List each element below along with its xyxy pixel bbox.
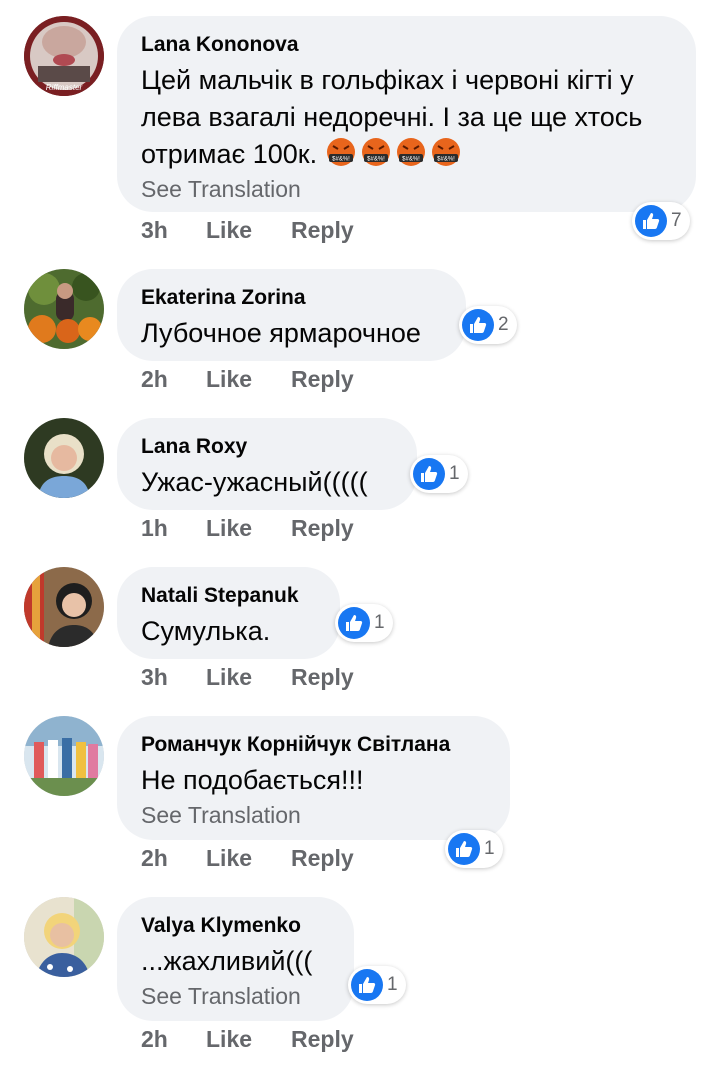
comment-author[interactable]: Романчук Корнійчук Світлана [141,732,486,758]
like-button[interactable]: Like [206,1026,291,1053]
like-button[interactable]: Like [206,217,291,244]
reply-button[interactable]: Reply [291,845,354,872]
comment-bubble: Ekaterina Zorina Лубочное ярмарочное [117,269,466,361]
reaction-count-badge[interactable]: 1 [348,966,406,1004]
like-button[interactable]: Like [206,366,291,393]
reaction-count-badge[interactable]: 2 [459,306,517,344]
cursing-face-emoji-icon: $#&%! [431,138,460,166]
comment-author[interactable]: Ekaterina Zorina [141,285,442,311]
reaction-count: 1 [484,838,495,859]
reaction-count: 1 [374,612,385,633]
comment-actions: 2h Like Reply [141,366,354,393]
svg-text:$#&%!: $#&%! [332,157,350,163]
reaction-count: 1 [449,463,460,484]
avatar-photo-icon [24,716,104,796]
comment-actions: 1h Like Reply [141,515,354,542]
comment-author[interactable]: Lana Kononova [141,32,672,58]
comment-text: Не подобається!!! [141,765,364,795]
comment-author[interactable]: Lana Roxy [141,434,393,460]
avatar-photo-icon [24,897,104,977]
reaction-count-badge[interactable]: 1 [410,455,468,493]
comment-bubble: Natali Stepanuk Сумулька. [117,567,340,659]
comment-actions: 3h Like Reply [141,664,354,691]
comment-timestamp[interactable]: 2h [141,366,206,393]
reply-button[interactable]: Reply [291,366,354,393]
comment-timestamp[interactable]: 1h [141,515,206,542]
comment-text: Лубочное ярмарочное [141,318,421,348]
comment-bubble: Valya Klymenko ...жахливий((( See Transl… [117,897,354,1021]
avatar[interactable] [24,897,104,977]
like-button[interactable]: Like [206,515,291,542]
avatar[interactable]: Riffmaster [24,16,104,96]
thumbs-up-icon [462,309,494,341]
avatar[interactable] [24,567,104,647]
reaction-count-badge[interactable]: 7 [632,202,690,240]
thumbs-up-icon [351,969,383,1001]
comment-text: Сумулька. [141,616,271,646]
svg-text:Riffmaster: Riffmaster [46,83,83,92]
avatar[interactable] [24,269,104,349]
like-button[interactable]: Like [206,664,291,691]
comment-bubble: Романчук Корнійчук Світлана Не подобаєть… [117,716,510,840]
avatar[interactable] [24,418,104,498]
comment-timestamp[interactable]: 3h [141,664,206,691]
comment-author[interactable]: Natali Stepanuk [141,583,316,609]
comment-author[interactable]: Valya Klymenko [141,913,330,939]
cursing-face-emoji-icon: $#&%! [361,138,390,166]
comment-timestamp[interactable]: 3h [141,217,206,244]
reaction-count-badge[interactable]: 1 [335,604,393,642]
cursing-face-emoji-icon: $#&%! [326,138,355,166]
comment-timestamp[interactable]: 2h [141,1026,206,1053]
svg-text:$#&%!: $#&%! [437,157,455,163]
avatar-photo-icon [24,418,104,498]
see-translation-link[interactable]: See Translation [141,175,672,203]
see-translation-link[interactable]: See Translation [141,801,486,829]
thumbs-up-icon [635,205,667,237]
reaction-count: 7 [671,210,682,231]
reply-button[interactable]: Reply [291,515,354,542]
comment-timestamp[interactable]: 2h [141,845,206,872]
reply-button[interactable]: Reply [291,217,354,244]
comment-text: ...жахливий((( [141,946,313,976]
comment-actions: 2h Like Reply [141,1026,354,1053]
cursing-face-emoji-group: $#&%! $#&%! $#&%! $#&%! [325,138,465,169]
avatar-photo-icon: Riffmaster [24,16,104,96]
comment-bubble: Lana Roxy Ужас-ужасный((((( [117,418,417,510]
see-translation-link[interactable]: See Translation [141,982,330,1010]
thumbs-up-icon [338,607,370,639]
svg-text:$#&%!: $#&%! [402,157,420,163]
comment-text: Цей мальчік в гольфіках і червоні кігті … [141,62,672,173]
comment-bubble: Lana Kononova Цей мальчік в гольфіках і … [117,16,696,212]
comment-actions: 3h Like Reply [141,217,354,244]
comment-actions: 2h Like Reply [141,845,354,872]
thumbs-up-icon [448,833,480,865]
reaction-count: 2 [498,314,509,335]
avatar[interactable] [24,716,104,796]
like-button[interactable]: Like [206,845,291,872]
avatar-photo-icon [24,269,104,349]
reply-button[interactable]: Reply [291,664,354,691]
reaction-count: 1 [387,974,398,995]
thumbs-up-icon [413,458,445,490]
cursing-face-emoji-icon: $#&%! [396,138,425,166]
svg-text:$#&%!: $#&%! [367,157,385,163]
comment-text: Ужас-ужасный((((( [141,467,368,497]
reaction-count-badge[interactable]: 1 [445,830,503,868]
avatar-photo-icon [24,567,104,647]
reply-button[interactable]: Reply [291,1026,354,1053]
